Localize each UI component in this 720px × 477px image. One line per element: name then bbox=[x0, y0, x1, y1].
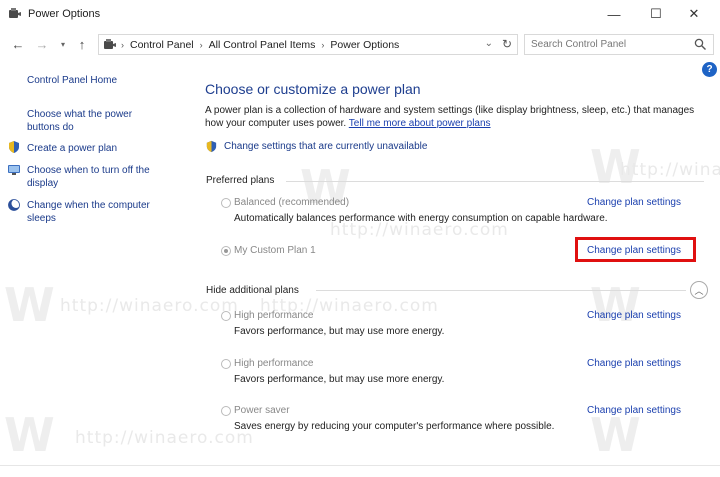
plan-desc-high-performance-1: Favors performance, but may use more ene… bbox=[234, 326, 445, 337]
plan-desc-high-performance-2: Favors performance, but may use more ene… bbox=[234, 374, 445, 385]
highlight-box bbox=[575, 237, 696, 262]
control-panel-icon bbox=[104, 38, 116, 49]
additional-plans-divider bbox=[316, 290, 686, 291]
search-placeholder: Search Control Panel bbox=[531, 39, 627, 50]
watermark-logo: W bbox=[4, 408, 55, 462]
shield-icon bbox=[206, 140, 217, 153]
plan-radio-custom[interactable] bbox=[221, 246, 231, 256]
watermark-url: http://winaero.com bbox=[620, 160, 720, 180]
maximize-button[interactable]: ☐ bbox=[638, 0, 674, 28]
moon-icon bbox=[8, 199, 21, 211]
change-plan-settings-high-performance-1[interactable]: Change plan settings bbox=[587, 310, 681, 321]
plan-name-high-performance-1: High performance bbox=[234, 310, 314, 321]
control-panel-home-link[interactable]: Control Panel Home bbox=[27, 74, 177, 87]
breadcrumb-all-items[interactable]: All Control Panel Items bbox=[209, 39, 316, 51]
sidebar-item-create-plan[interactable]: Create a power plan bbox=[27, 142, 177, 155]
plan-name-custom: My Custom Plan 1 bbox=[234, 245, 316, 256]
breadcrumb-control-panel[interactable]: Control Panel bbox=[130, 39, 194, 51]
search-input[interactable]: Search Control Panel bbox=[524, 34, 714, 55]
back-button[interactable]: ← bbox=[8, 34, 28, 54]
watermark-logo: W bbox=[590, 408, 641, 462]
power-options-app-icon bbox=[9, 8, 21, 18]
watermark-logo: W bbox=[590, 278, 641, 332]
sidebar-item-power-buttons[interactable]: Choose what the power buttons do bbox=[27, 108, 157, 134]
collapse-chevron-up-icon[interactable]: ︿ bbox=[690, 281, 708, 299]
plan-name-high-performance-2: High performance bbox=[234, 358, 314, 369]
change-plan-settings-balanced[interactable]: Change plan settings bbox=[587, 197, 681, 208]
breadcrumb-separator: › bbox=[121, 39, 124, 50]
plan-radio-balanced[interactable] bbox=[221, 198, 231, 208]
hide-additional-plans-label[interactable]: Hide additional plans bbox=[206, 285, 299, 296]
watermark-logo: W bbox=[590, 140, 641, 194]
minimize-button[interactable]: — bbox=[596, 0, 632, 28]
plan-radio-high-performance-1[interactable] bbox=[221, 311, 231, 321]
change-unavailable-settings-label: Change settings that are currently unava… bbox=[224, 141, 428, 152]
breadcrumb-separator: › bbox=[321, 39, 325, 50]
navigation-bar: ← → ▾ ↑ › Control Panel › All Control Pa… bbox=[0, 30, 720, 58]
plan-name-balanced: Balanced (recommended) bbox=[234, 197, 350, 208]
change-unavailable-settings-link[interactable]: Change settings that are currently unava… bbox=[205, 140, 427, 153]
close-button[interactable]: ✕ bbox=[676, 0, 712, 28]
breadcrumb-power-options[interactable]: Power Options bbox=[330, 39, 399, 51]
refresh-icon[interactable]: ↻ bbox=[502, 37, 512, 51]
page-description: A power plan is a collection of hardware… bbox=[205, 104, 700, 130]
breadcrumb-separator: › bbox=[199, 39, 203, 50]
watermark-logo: W bbox=[4, 278, 55, 332]
window-title: Power Options bbox=[28, 8, 101, 20]
watermark-url: http://winaero.com bbox=[75, 428, 254, 448]
sidebar-item-display-off[interactable]: Choose when to turn off the display bbox=[27, 164, 172, 190]
plan-radio-power-saver[interactable] bbox=[221, 406, 231, 416]
window-bottom-border bbox=[0, 465, 720, 466]
forward-button[interactable]: → bbox=[32, 34, 52, 54]
preferred-plans-label: Preferred plans bbox=[206, 175, 275, 186]
sidebar-item-sleep[interactable]: Change when the computer sleeps bbox=[27, 199, 172, 225]
recent-locations-chevron-icon[interactable]: ▾ bbox=[56, 34, 70, 54]
address-bar[interactable]: › Control Panel › All Control Panel Item… bbox=[98, 34, 518, 55]
shield-icon bbox=[9, 141, 19, 153]
monitor-icon bbox=[8, 165, 20, 175]
title-bar: Power Options — ☐ ✕ bbox=[0, 0, 720, 30]
watermark-url: http://winaero.com bbox=[60, 296, 239, 316]
plan-desc-balanced: Automatically balances performance with … bbox=[234, 213, 608, 224]
tell-me-more-link[interactable]: Tell me more about power plans bbox=[349, 118, 491, 129]
up-button[interactable]: ↑ bbox=[72, 34, 92, 54]
page-title: Choose or customize a power plan bbox=[205, 81, 421, 97]
plan-radio-high-performance-2[interactable] bbox=[221, 359, 231, 369]
help-icon[interactable]: ? bbox=[702, 62, 717, 77]
change-plan-settings-power-saver[interactable]: Change plan settings bbox=[587, 405, 681, 416]
plan-desc-power-saver: Saves energy by reducing your computer's… bbox=[234, 421, 555, 432]
preferred-plans-divider bbox=[286, 181, 704, 182]
address-dropdown-icon[interactable]: ⌄ bbox=[485, 38, 493, 49]
search-icon[interactable] bbox=[694, 38, 707, 51]
plan-name-power-saver: Power saver bbox=[234, 405, 290, 416]
change-plan-settings-high-performance-2[interactable]: Change plan settings bbox=[587, 358, 681, 369]
